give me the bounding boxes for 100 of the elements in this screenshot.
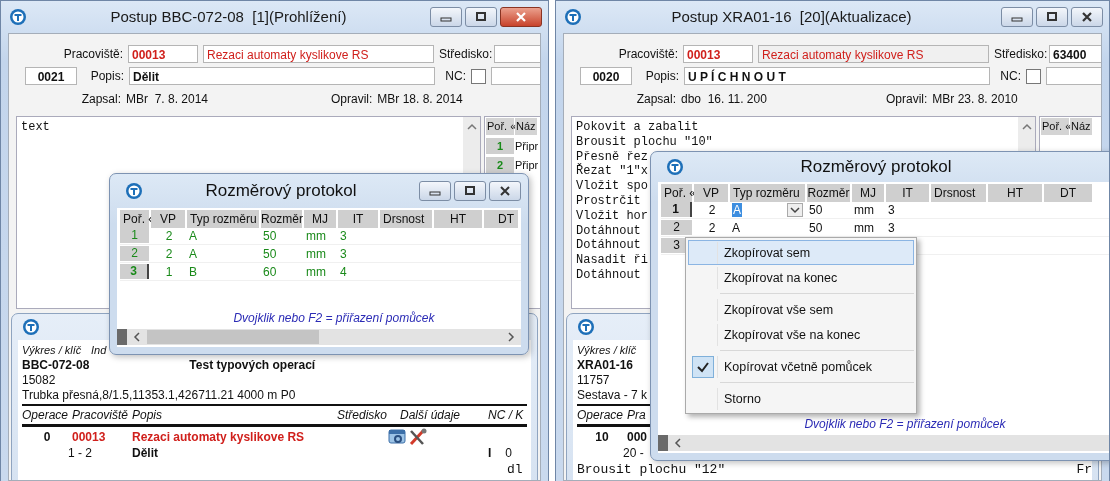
maximize-button[interactable] — [454, 181, 486, 201]
column-header: Operace — [577, 408, 625, 422]
workplace-code-field[interactable]: 00013 — [128, 45, 198, 63]
row-number[interactable]: 2 — [661, 220, 692, 235]
note-line: Dotáhnout — [576, 223, 641, 239]
column-header[interactable]: DT — [1044, 183, 1092, 202]
description-field[interactable]: Dělit — [129, 67, 435, 85]
workplace-code-field[interactable]: 00013 — [683, 45, 753, 63]
column-header[interactable]: Náz — [1070, 118, 1092, 135]
menu-item[interactable]: Zkopírovat na konec — [688, 265, 914, 290]
column-header: Operace — [22, 408, 70, 422]
table-cell-text: 1 — [164, 264, 174, 279]
menu-item[interactable]: Zkopírovat vše na konec — [688, 322, 914, 347]
item-number: 15082 — [22, 372, 56, 387]
maximize-icon — [1046, 11, 1058, 22]
column-header[interactable]: Drsnost — [380, 209, 432, 228]
column-header[interactable]: IT — [886, 183, 929, 202]
workplace-name-field[interactable]: Rezaci automaty kyslikove RS — [203, 45, 434, 63]
field-label: Opravil: — [331, 92, 373, 106]
note-line: Brousit plochu "10" — [576, 134, 713, 150]
scrollbar[interactable] — [117, 329, 521, 345]
field-label: Pracoviště: — [617, 47, 678, 61]
operation-number: 10 — [594, 430, 610, 444]
scroll-left-icon[interactable] — [132, 331, 142, 343]
step-description: Dělit — [132, 446, 159, 460]
description-field[interactable]: U P Í C H N O U T — [684, 67, 990, 85]
column-header[interactable]: MJ — [852, 183, 884, 202]
scroll-up-icon[interactable] — [1021, 123, 1032, 131]
column-header: NC / K — [488, 408, 525, 422]
nc-checkbox[interactable] — [471, 68, 486, 84]
scrollbar[interactable] — [658, 435, 1109, 451]
column-header[interactable]: VP — [151, 209, 185, 228]
note-text: Fr — [1076, 461, 1092, 477]
created-value: dbo 16. 11. 200 — [681, 92, 768, 106]
modified-value: MBr 18. 8. 2014 — [377, 92, 463, 106]
column-header[interactable]: MJ — [304, 209, 336, 228]
nc-value: I — [488, 446, 492, 460]
note-line: Řezat "1"x — [576, 164, 648, 180]
routing-name: Test typových operací — [189, 357, 316, 372]
close-button[interactable] — [1071, 6, 1103, 27]
note-line: Přesně řez — [576, 149, 648, 164]
table-cell-text: 50 — [262, 246, 278, 261]
operation-number-field[interactable]: 0021 — [25, 67, 77, 85]
menu-item[interactable]: Zkopírovat vše sem — [688, 297, 914, 322]
column-header[interactable]: Rozměr — [261, 209, 302, 228]
report-label: Výkres / klíč — [22, 343, 83, 356]
operation-number-field[interactable]: 0020 — [580, 67, 632, 85]
scroll-up-icon[interactable] — [466, 123, 477, 131]
column-header[interactable]: DT — [484, 209, 518, 228]
column-header[interactable]: IT — [338, 209, 378, 228]
table-cell-text: mm — [305, 264, 327, 279]
check-icon — [692, 355, 714, 378]
field-label: NC: — [444, 69, 466, 83]
table-cell-text: A — [731, 220, 741, 235]
created-value: MBr 7. 8. 2014 — [126, 92, 210, 106]
k-value: 0 — [505, 446, 513, 460]
column-header: Pra — [627, 408, 647, 422]
column-header[interactable]: Typ rozměru — [730, 183, 805, 202]
note-line: Prostrčit — [576, 194, 641, 209]
maximize-button[interactable] — [465, 6, 497, 27]
note-line: Vložit hor — [576, 208, 648, 224]
column-header[interactable]: Rozměr — [807, 183, 850, 202]
maximize-button[interactable] — [1036, 6, 1068, 27]
nc-field[interactable] — [1046, 67, 1101, 85]
workplace-code: 00013 — [72, 430, 106, 444]
nc-field[interactable] — [491, 67, 540, 85]
app-logo-icon — [9, 7, 27, 26]
column-header[interactable]: HT — [988, 183, 1042, 202]
close-button[interactable] — [500, 6, 542, 27]
column-header[interactable]: Drsnost — [931, 183, 986, 202]
note-line: text — [21, 120, 50, 135]
workplace-name-field[interactable]: Rezaci automaty kyslikove RS — [758, 45, 989, 63]
workplace-code: 000 — [627, 430, 648, 444]
note-text: Brousit plochu "12" — [577, 461, 726, 477]
tools-icon[interactable] — [408, 428, 428, 446]
nc-checkbox[interactable] — [1026, 68, 1041, 84]
app-logo-icon — [22, 318, 40, 336]
scroll-left-icon[interactable] — [673, 437, 683, 449]
close-button[interactable] — [489, 181, 521, 201]
table-cell-text: 2 — [707, 202, 717, 217]
menu-item[interactable]: Storno — [688, 386, 914, 411]
app-logo-icon — [666, 158, 684, 176]
menu-item[interactable]: Zkopírovat sem — [688, 240, 914, 265]
row-number[interactable]: 1 — [661, 202, 692, 217]
column-header[interactable]: Typ rozměru — [187, 209, 259, 228]
column-header[interactable]: VP — [694, 183, 728, 202]
table-cell-text: 50 — [808, 220, 824, 235]
close-icon — [515, 11, 527, 22]
window-title: Postup BBC-072-08 [1](Prohlížení) — [109, 8, 348, 25]
calendar-gear-icon[interactable] — [388, 428, 408, 446]
table-cell: Připr — [515, 139, 539, 152]
table-cell-text: 2 — [164, 246, 174, 261]
table-cell-text: B — [188, 264, 198, 279]
scroll-right-icon[interactable] — [506, 331, 516, 343]
center-field[interactable]: 63400 — [1049, 45, 1101, 63]
dropdown-caret-icon[interactable] — [787, 202, 803, 217]
table-cell-text: 3 — [339, 228, 348, 243]
menu-item[interactable]: Kopírovat včetně pomůcek — [688, 354, 914, 379]
column-header[interactable]: Náz — [515, 118, 537, 135]
column-header[interactable]: HT — [434, 209, 482, 228]
